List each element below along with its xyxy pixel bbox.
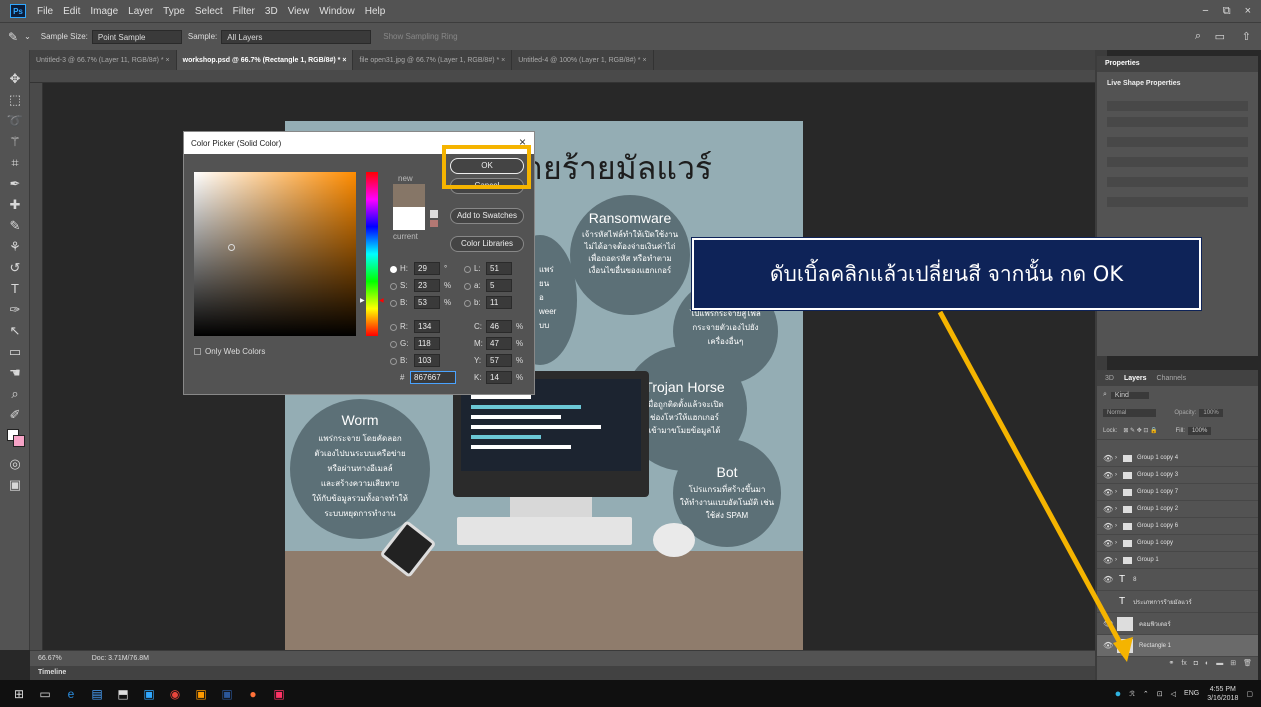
illustrator-icon[interactable]: ▣ [188,680,214,707]
app-tray-icon[interactable]: ● [1115,688,1122,700]
clock[interactable]: 4:55 PM 3/16/2018 [1207,685,1238,703]
instruction-arrow [937,310,1133,662]
firefox-icon[interactable]: ● [240,680,266,707]
network-icon[interactable]: ⊡ [1157,690,1163,698]
chrome-icon[interactable]: ◉ [162,680,188,707]
edge-icon[interactable]: e [58,680,84,707]
volume-icon[interactable]: ◁ [1171,690,1176,698]
clock-date: 3/16/2018 [1207,694,1239,702]
file-explorer-icon[interactable]: ▤ [84,680,110,707]
photoshop-taskbar-icon[interactable]: ▣ [136,680,162,707]
tray-chevron-icon[interactable]: ⌃ [1143,690,1149,698]
task-view-icon[interactable]: ▭ [32,680,58,707]
notifications-icon[interactable]: ▢ [1246,690,1253,698]
word-icon[interactable]: ▣ [214,680,240,707]
start-icon[interactable]: ⊞ [6,680,32,707]
clock-time: 4:55 PM [1209,685,1236,693]
people-icon[interactable]: ℛ [1129,690,1135,698]
indesign-icon[interactable]: ▣ [266,680,292,707]
windows-taskbar: ⊞ ▭ e ▤ ⬒ ▣ ◉ ▣ ▣ ● ▣ ● ℛ ⌃ ⊡ ◁ ENG 4:55… [0,680,1261,707]
instruction-callout: ดับเบิ้ลคลิกแล้วเปลี่ยนสี จากนั้น กด OK [691,237,1202,311]
store-icon[interactable]: ⬒ [110,680,136,707]
language-indicator[interactable]: ENG [1184,690,1199,697]
system-tray: ● ℛ ⌃ ⊡ ◁ ENG 4:55 PM 3/16/2018 ▢ [1115,680,1253,707]
